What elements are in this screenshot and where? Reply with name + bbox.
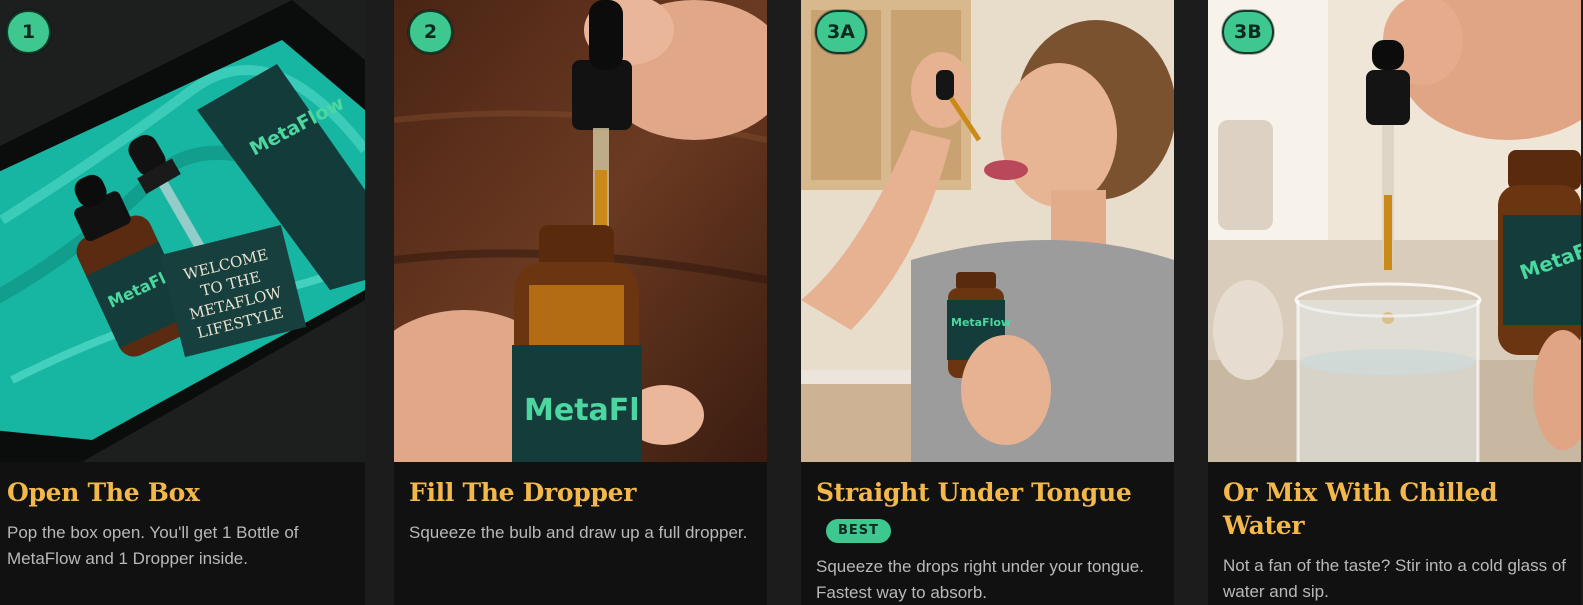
- step-badge: 3B: [1222, 10, 1274, 54]
- step-body: Open The Box Pop the box open. You'll ge…: [7, 476, 352, 572]
- best-badge: BEST: [826, 519, 892, 543]
- step-card-3a: MetaFlow 3A Straight Under Tongue BEST S…: [801, 0, 1174, 605]
- step-badge: 2: [408, 10, 453, 54]
- step-card-2: MetaFl 2 Fill The Dropper Squeeze the bu…: [394, 0, 767, 605]
- under-tongue-illustration: MetaFlow: [801, 0, 1174, 462]
- step-title: Or Mix With Chilled Water: [1223, 478, 1498, 540]
- step-description: Not a fan of the taste? Stir into a cold…: [1223, 556, 1567, 601]
- mix-water-illustration: MetaFl: [1208, 0, 1581, 462]
- step-3a-photo: MetaFlow 3A: [801, 0, 1174, 462]
- fill-dropper-illustration: MetaFl: [394, 0, 767, 462]
- step-badge: 1: [6, 10, 51, 54]
- step-title: Straight Under Tongue BEST: [816, 476, 1161, 543]
- open-box-illustration: MetaFlow MetaFlow WELCOME TO THE METAFLO: [0, 0, 365, 462]
- bottle-brand-text: MetaFl: [524, 393, 640, 428]
- step-description: Squeeze the drops right under your tongu…: [816, 557, 1144, 602]
- step-badge: 3A: [815, 10, 867, 54]
- step-title: Fill The Dropper: [409, 478, 637, 507]
- step-card-1: MetaFlow MetaFlow WELCOME TO THE METAFLO: [0, 0, 365, 605]
- step-body: Straight Under Tongue BEST Squeeze the d…: [816, 476, 1161, 605]
- step-body: Or Mix With Chilled Water Not a fan of t…: [1223, 476, 1568, 605]
- step-title: Open The Box: [7, 478, 200, 507]
- step-description: Squeeze the bulb and draw up a full drop…: [409, 523, 748, 542]
- step-2-photo: MetaFl 2: [394, 0, 767, 462]
- step-description: Pop the box open. You'll get 1 Bottle of…: [7, 523, 299, 568]
- bottle-brand-text: MetaFlow: [951, 316, 1011, 329]
- step-card-3b: MetaFl 3B Or Mix With Chilled Water Not …: [1208, 0, 1581, 605]
- step-title-text: Straight Under Tongue: [816, 478, 1132, 507]
- step-3b-photo: MetaFl 3B: [1208, 0, 1581, 462]
- step-1-photo: MetaFlow MetaFlow WELCOME TO THE METAFLO: [0, 0, 365, 462]
- step-body: Fill The Dropper Squeeze the bulb and dr…: [409, 476, 754, 546]
